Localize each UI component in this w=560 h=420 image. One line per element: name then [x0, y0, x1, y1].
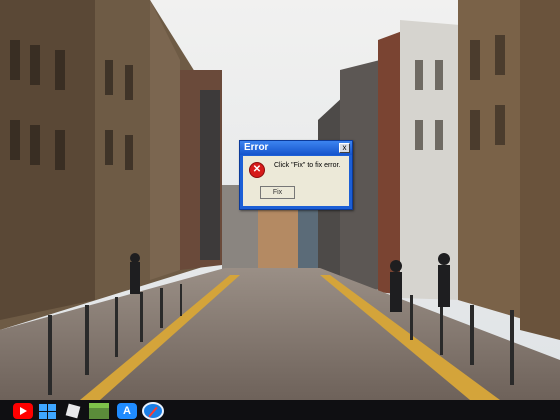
- youtube-icon[interactable]: [13, 403, 33, 419]
- error-icon: ✕: [249, 162, 265, 178]
- safari-icon[interactable]: [142, 402, 164, 420]
- close-button[interactable]: x: [339, 143, 350, 153]
- dialog-body: ✕ Click "Fix" to fix error. Fix: [243, 156, 349, 206]
- dialog-titlebar[interactable]: Error x: [240, 141, 352, 155]
- app-store-icon[interactable]: A: [117, 403, 137, 419]
- taskbar: [0, 400, 560, 420]
- roblox-icon[interactable]: [64, 403, 84, 419]
- dialog-title: Error: [244, 142, 269, 153]
- fix-button[interactable]: Fix: [260, 186, 295, 199]
- minecraft-icon[interactable]: [89, 403, 109, 419]
- windows-icon[interactable]: [38, 403, 58, 419]
- error-dialog: Error x ✕ Click "Fix" to fix error. Fix: [239, 140, 353, 210]
- dialog-message: Click "Fix" to fix error.: [274, 162, 341, 169]
